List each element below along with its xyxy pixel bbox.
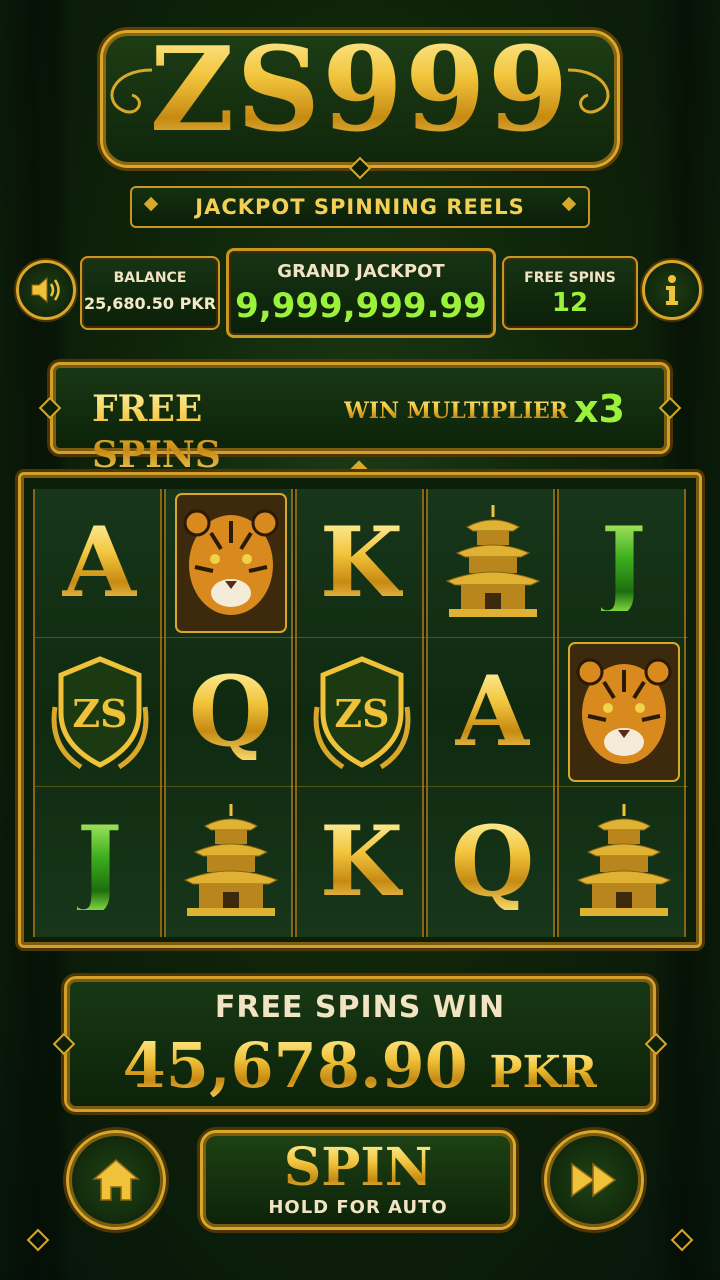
balance-label: BALANCE: [113, 270, 187, 286]
grand-jackpot-panel: GRAND JACKPOT 9,999,999.99: [226, 248, 496, 338]
info-button[interactable]: [642, 260, 702, 320]
pagoda-icon: [576, 803, 671, 916]
reel-cell: [166, 787, 295, 936]
balance-value: 25,680.50 PKR: [83, 294, 217, 313]
symbol-j: J: [600, 506, 647, 619]
shield-text: ZS: [72, 691, 127, 736]
corner-diamond-left: [26, 1228, 50, 1252]
zs-shield-icon: ZS: [313, 656, 410, 770]
reel-cell: K: [297, 489, 426, 638]
reel-column-3: K ZS K: [295, 489, 426, 937]
win-amount-value: 45,678.90: [122, 1029, 468, 1102]
free-spins-count: 12: [551, 288, 589, 318]
spin-button[interactable]: SPIN HOLD FOR AUTO: [200, 1130, 516, 1230]
symbol-q: Q: [188, 655, 273, 768]
spin-sublabel: HOLD FOR AUTO: [268, 1197, 448, 1218]
info-icon: [666, 275, 678, 305]
game-logo: ZS999: [0, 20, 720, 160]
corner-diamond-right: [670, 1228, 694, 1252]
win-currency: PKR: [489, 1047, 598, 1098]
symbol-k: K: [319, 506, 404, 619]
jackpot-value: 9,999,999.99: [235, 286, 487, 326]
shield-text: ZS: [334, 691, 389, 736]
reel-column-2: Q: [164, 489, 295, 937]
pagoda-icon: [445, 505, 540, 617]
reel-cell: Q: [166, 638, 295, 787]
reel-column-4: A Q: [426, 489, 557, 937]
reel-cell: [559, 638, 688, 787]
game-subtitle: JACKPOT SPINNING REELS: [195, 195, 525, 219]
sound-button[interactable]: [16, 260, 76, 320]
free-spins-label: FREE SPINS: [524, 270, 616, 286]
symbol-a: A: [455, 655, 530, 768]
reel-cell: Q: [428, 787, 557, 936]
reel-cell: J: [35, 787, 164, 936]
symbol-j: J: [76, 804, 123, 918]
banner-title: FREE SPINS: [92, 386, 322, 478]
symbol-a: A: [62, 506, 137, 619]
multiplier-label: WIN MULTIPLIER: [344, 394, 574, 428]
speaker-icon: [31, 276, 60, 304]
multiplier-value: x3: [574, 387, 625, 431]
reel-cell: [559, 787, 688, 936]
reel-cell: A: [428, 638, 557, 787]
home-icon: [91, 1159, 141, 1201]
tiger-icon: [567, 642, 680, 782]
reel-cell: [428, 489, 557, 638]
spin-label: SPIN: [203, 1139, 513, 1197]
reel-cell: ZS: [35, 638, 164, 787]
reel-column-1: A ZS J: [33, 489, 164, 937]
free-spins-panel: FREE SPINS 12: [502, 256, 638, 330]
fast-forward-button[interactable]: [544, 1130, 644, 1230]
tiger-icon: [174, 493, 287, 633]
reel-cell: K: [297, 787, 426, 936]
pagoda-icon: [183, 803, 278, 916]
zs-shield-icon: ZS: [51, 656, 148, 770]
fast-forward-icon: [571, 1162, 617, 1198]
win-amount: 45,678.90 PKR: [64, 1026, 656, 1113]
reel-column-5: J: [557, 489, 688, 937]
jackpot-label: GRAND JACKPOT: [277, 261, 445, 282]
reel-cell: [166, 489, 295, 638]
reels-frame: A ZS J Q K ZS K A Q J: [18, 472, 702, 948]
balance-panel: BALANCE 25,680.50 PKR: [80, 256, 220, 330]
reel-cell: ZS: [297, 638, 426, 787]
symbol-q: Q: [450, 804, 535, 918]
reel-cell: J: [559, 489, 688, 638]
reel-cell: A: [35, 489, 164, 638]
home-button[interactable]: [66, 1130, 166, 1230]
symbol-k: K: [319, 804, 404, 918]
win-label: FREE SPINS WIN: [214, 990, 506, 1025]
